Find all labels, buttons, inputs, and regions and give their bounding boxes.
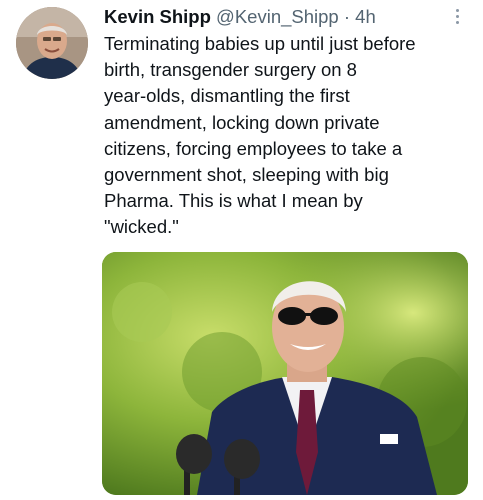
author-handle[interactable]: @Kevin_Shipp — [216, 6, 339, 27]
tweet-header: Kevin Shipp @Kevin_Shipp · 4h — [104, 5, 447, 29]
avatar-image — [16, 7, 88, 79]
photo-illustration — [102, 252, 468, 495]
more-vertical-icon[interactable] — [453, 6, 461, 28]
separator-dot: · — [343, 6, 351, 27]
tweet-media-image[interactable] — [102, 252, 468, 495]
tweet-timestamp[interactable]: 4h — [355, 6, 376, 27]
author-name[interactable]: Kevin Shipp — [104, 6, 211, 27]
tweet-text: Terminating babies up until just before … — [104, 33, 416, 238]
avatar[interactable] — [16, 7, 88, 79]
